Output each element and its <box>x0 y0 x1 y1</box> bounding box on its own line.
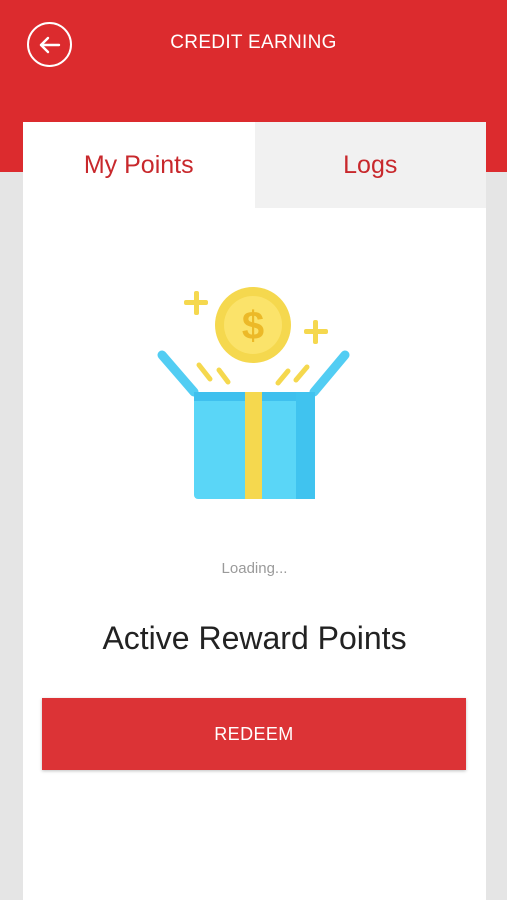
active-reward-points-label: Active Reward Points <box>102 620 407 656</box>
sparkle-icon <box>184 291 208 315</box>
redeem-button[interactable]: REDEEM <box>42 698 466 770</box>
tab-bar: My Points Logs <box>23 122 486 208</box>
points-card: My Points Logs $ Loading... Active Rewar… <box>23 122 486 900</box>
page-title: CREDIT EARNING <box>170 32 337 53</box>
tab-logs[interactable]: Logs <box>254 122 486 208</box>
sparkle-icon <box>304 320 328 344</box>
tab-my-points[interactable]: My Points <box>23 122 255 208</box>
coin-icon: $ <box>215 287 291 363</box>
app-screen: CREDIT EARNING My Points Logs $ Loading.… <box>0 0 507 900</box>
svg-text:$: $ <box>242 304 264 348</box>
loading-text: Loading... <box>221 560 288 577</box>
gift-box-coin-icon: $ <box>157 287 350 499</box>
